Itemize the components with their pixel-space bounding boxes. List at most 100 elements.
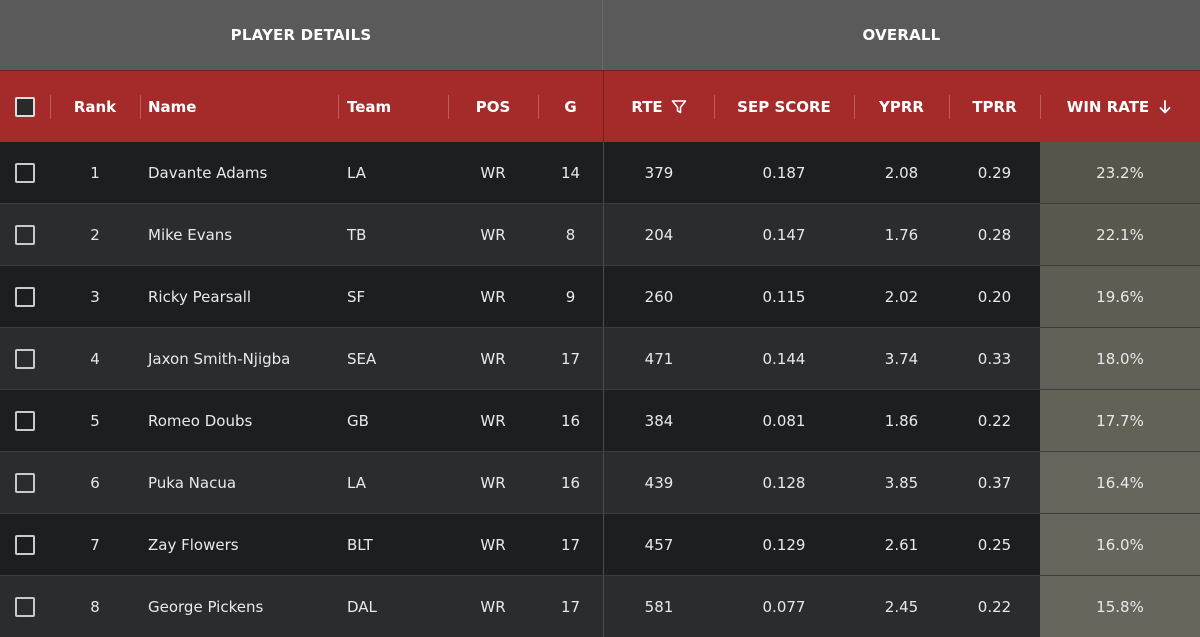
row-checkbox[interactable] bbox=[15, 224, 35, 245]
games-cell: 14 bbox=[560, 163, 581, 182]
win-rate-cell: 18.0% bbox=[1096, 349, 1144, 368]
row-select-cell bbox=[0, 452, 50, 513]
group-header-overall-label: OVERALL bbox=[862, 26, 941, 44]
table-row[interactable]: 7 Zay Flowers BLT WR 17 457 0.129 2.61 0.25 16.0% bbox=[0, 514, 1200, 576]
name-cell: George Pickens bbox=[148, 597, 264, 616]
column-header-tprr[interactable]: TPRR bbox=[949, 71, 1040, 143]
row-select-cell bbox=[0, 266, 50, 327]
games-cell: 8 bbox=[565, 225, 576, 244]
pos-cell: WR bbox=[480, 597, 506, 616]
rte-cell: 439 bbox=[644, 473, 674, 492]
row-select-cell bbox=[0, 204, 50, 265]
name-cell: Jaxon Smith-Njigba bbox=[148, 349, 291, 368]
column-header-yprr-label: YPRR bbox=[879, 98, 924, 116]
column-header-pos[interactable]: POS bbox=[448, 71, 538, 143]
team-cell: TB bbox=[347, 225, 367, 244]
team-cell: LA bbox=[347, 473, 366, 492]
column-header-g[interactable]: G bbox=[538, 71, 603, 143]
yprr-cell: 1.86 bbox=[884, 411, 919, 430]
name-cell: Ricky Pearsall bbox=[148, 287, 252, 306]
select-all-cell bbox=[0, 71, 50, 143]
table-row[interactable]: 6 Puka Nacua LA WR 16 439 0.128 3.85 0.37 16.4% bbox=[0, 452, 1200, 514]
table-row[interactable]: 8 George Pickens DAL WR 17 581 0.077 2.45 0.22 15… bbox=[0, 576, 1200, 637]
table-body: 1 Davante Adams LA WR 14 379 0.187 2.08 0.29 23.2… bbox=[0, 142, 1200, 637]
filter-icon[interactable] bbox=[671, 99, 687, 115]
group-header-player-details: PLAYER DETAILS bbox=[0, 0, 603, 70]
tprr-cell: 0.22 bbox=[977, 597, 1012, 616]
row-select-cell bbox=[0, 328, 50, 389]
rank-cell: 3 bbox=[90, 287, 100, 306]
name-cell: Davante Adams bbox=[148, 163, 268, 182]
tprr-cell: 0.37 bbox=[977, 473, 1012, 492]
tprr-cell: 0.25 bbox=[977, 535, 1012, 554]
row-checkbox[interactable] bbox=[15, 348, 35, 369]
sep-score-cell: 0.144 bbox=[762, 349, 806, 368]
column-header-rte[interactable]: RTE bbox=[604, 71, 714, 143]
table-row[interactable]: 1 Davante Adams LA WR 14 379 0.187 2.08 0.29 23.2… bbox=[0, 142, 1200, 204]
rank-cell: 8 bbox=[90, 597, 100, 616]
row-checkbox[interactable] bbox=[15, 472, 35, 493]
column-header-sep-score[interactable]: SEP SCORE bbox=[714, 71, 854, 143]
yprr-cell: 3.85 bbox=[884, 473, 919, 492]
sort-descending-arrow-icon[interactable] bbox=[1157, 99, 1173, 115]
yprr-cell: 1.76 bbox=[884, 225, 919, 244]
column-header-win-rate[interactable]: WIN RATE bbox=[1040, 71, 1200, 143]
column-header-team-label: Team bbox=[347, 98, 392, 116]
row-checkbox[interactable] bbox=[15, 596, 35, 617]
rte-cell: 471 bbox=[644, 349, 674, 368]
row-checkbox[interactable] bbox=[15, 162, 35, 183]
team-cell: GB bbox=[347, 411, 369, 430]
select-all-checkbox[interactable] bbox=[15, 97, 35, 117]
rte-cell: 384 bbox=[644, 411, 674, 430]
table-row[interactable]: 3 Ricky Pearsall SF WR 9 260 0.115 2.02 0.20 19.6… bbox=[0, 266, 1200, 328]
pos-cell: WR bbox=[480, 225, 506, 244]
rte-cell: 260 bbox=[644, 287, 674, 306]
column-header-pos-label: POS bbox=[475, 98, 511, 116]
column-header-win-rate-label: WIN RATE bbox=[1066, 98, 1150, 116]
row-checkbox[interactable] bbox=[15, 286, 35, 307]
column-header-team[interactable]: Team bbox=[338, 71, 448, 143]
table-row[interactable]: 4 Jaxon Smith-Njigba SEA WR 17 471 0.144 3.74 0.… bbox=[0, 328, 1200, 390]
column-header-name[interactable]: Name bbox=[140, 71, 338, 143]
row-checkbox[interactable] bbox=[15, 534, 35, 555]
rank-cell: 2 bbox=[90, 225, 100, 244]
rte-cell: 581 bbox=[644, 597, 674, 616]
sep-score-cell: 0.147 bbox=[762, 225, 806, 244]
row-select-cell bbox=[0, 576, 50, 637]
name-cell: Puka Nacua bbox=[148, 473, 237, 492]
column-header-name-label: Name bbox=[148, 98, 197, 116]
rank-cell: 6 bbox=[90, 473, 100, 492]
rank-cell: 1 bbox=[90, 163, 100, 182]
pos-cell: WR bbox=[480, 473, 506, 492]
team-cell: BLT bbox=[347, 535, 373, 554]
yprr-cell: 2.08 bbox=[884, 163, 919, 182]
win-rate-cell: 22.1% bbox=[1096, 225, 1144, 244]
tprr-cell: 0.20 bbox=[977, 287, 1012, 306]
player-stats-table: PLAYER DETAILS OVERALL Rank Name Team PO… bbox=[0, 0, 1200, 637]
group-header-overall: OVERALL bbox=[603, 0, 1200, 70]
win-rate-cell: 17.7% bbox=[1096, 411, 1144, 430]
column-header-rank-label: Rank bbox=[73, 98, 117, 116]
rte-cell: 204 bbox=[644, 225, 674, 244]
sep-score-cell: 0.129 bbox=[762, 535, 806, 554]
games-cell: 16 bbox=[560, 473, 581, 492]
team-cell: DAL bbox=[347, 597, 377, 616]
column-header-rank[interactable]: Rank bbox=[50, 71, 140, 143]
yprr-cell: 3.74 bbox=[884, 349, 919, 368]
tprr-cell: 0.22 bbox=[977, 411, 1012, 430]
win-rate-cell: 23.2% bbox=[1096, 163, 1144, 182]
win-rate-cell: 19.6% bbox=[1096, 287, 1144, 306]
sep-score-cell: 0.077 bbox=[762, 597, 806, 616]
rte-cell: 379 bbox=[644, 163, 674, 182]
column-header-yprr[interactable]: YPRR bbox=[854, 71, 949, 143]
team-cell: SEA bbox=[347, 349, 377, 368]
name-cell: Mike Evans bbox=[148, 225, 233, 244]
yprr-cell: 2.61 bbox=[884, 535, 919, 554]
pos-cell: WR bbox=[480, 411, 506, 430]
column-header-rte-label: RTE bbox=[631, 98, 663, 116]
column-header-row: Rank Name Team POS G RTE SEP SCORE YPRR … bbox=[0, 70, 1200, 143]
sep-score-cell: 0.081 bbox=[762, 411, 806, 430]
table-row[interactable]: 5 Romeo Doubs GB WR 16 384 0.081 1.86 0.22 17.7% bbox=[0, 390, 1200, 452]
table-row[interactable]: 2 Mike Evans TB WR 8 204 0.147 1.76 0.28 22.1% bbox=[0, 204, 1200, 266]
row-checkbox[interactable] bbox=[15, 410, 35, 431]
